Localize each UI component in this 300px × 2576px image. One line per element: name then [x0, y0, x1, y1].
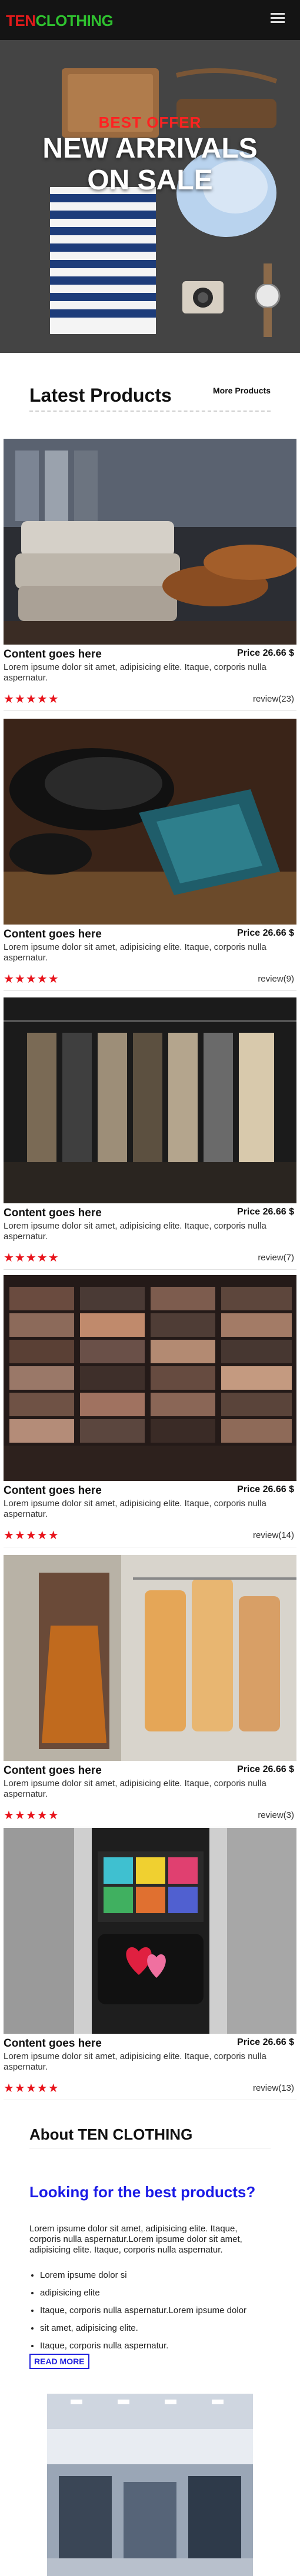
- latest-products-header: Latest Products More Products: [29, 381, 271, 412]
- hero-offer-label: BEST OFFER: [98, 114, 202, 131]
- hero-image: [0, 40, 300, 353]
- product-card[interactable]: Content goes here Price 26.66 $ Lorem ip…: [4, 1275, 296, 1551]
- product-image[interactable]: [4, 1275, 296, 1481]
- review-count[interactable]: review(9): [258, 974, 294, 984]
- latest-products-title: Latest Products: [29, 385, 172, 406]
- product-description: Lorem ipsume dolor sit amet, adipisicing…: [4, 662, 266, 683]
- product-description: Lorem ipsume dolor sit amet, adipisicing…: [4, 1221, 266, 1242]
- list-item: adipisicing elite: [40, 2284, 275, 2302]
- product-name[interactable]: Content goes here: [4, 1764, 102, 1777]
- product-card[interactable]: Content goes here Price 26.66 $ Lorem ip…: [4, 997, 296, 1274]
- product-name[interactable]: Content goes here: [4, 1484, 102, 1497]
- star-rating-icon: ★★★★★: [4, 1529, 59, 1542]
- list-item: Itaque, corporis nulla aspernatur.: [40, 2337, 275, 2355]
- about-feature-list: Lorem ipsume dolor si adipisicing elite …: [29, 2267, 275, 2355]
- review-count[interactable]: review(14): [253, 1530, 294, 1540]
- product-image[interactable]: [4, 997, 296, 1203]
- product-card[interactable]: Content goes here Price 26.66 $ Lorem ip…: [4, 439, 296, 715]
- top-navbar: TENCLOTHING: [0, 0, 300, 40]
- review-count[interactable]: review(7): [258, 1253, 294, 1263]
- list-item: Lorem ipsume dolor si: [40, 2267, 275, 2284]
- product-image[interactable]: [4, 1828, 296, 2034]
- product-price: Price 26.66 $: [237, 1207, 294, 1217]
- star-rating-icon: ★★★★★: [4, 1252, 59, 1264]
- product-name[interactable]: Content goes here: [4, 648, 102, 661]
- card-divider: [4, 1269, 296, 1270]
- product-card[interactable]: Content goes here Price 26.66 $ Lorem ip…: [4, 1555, 296, 1831]
- product-image[interactable]: [4, 719, 296, 925]
- review-count[interactable]: review(3): [258, 1810, 294, 1820]
- card-divider: [4, 710, 296, 711]
- about-paragraph: Lorem ipsume dolor sit amet, adipisicing…: [29, 2224, 242, 2255]
- product-price: Price 26.66 $: [237, 928, 294, 938]
- product-card[interactable]: Content goes here Price 26.66 $ Lorem ip…: [4, 1828, 296, 2104]
- product-name[interactable]: Content goes here: [4, 2037, 102, 2050]
- hamburger-menu-icon[interactable]: [271, 12, 285, 24]
- about-header: About TEN CLOTHING: [29, 2122, 271, 2148]
- review-count[interactable]: review(23): [253, 694, 294, 704]
- product-price: Price 26.66 $: [237, 2037, 294, 2047]
- hero-banner: BEST OFFER NEW ARRIVALS ON SALE: [0, 40, 300, 353]
- list-item: Itaque, corporis nulla aspernatur.Lorem …: [40, 2302, 275, 2320]
- brand-logo-clothing: CLOTHING: [35, 12, 114, 29]
- review-count[interactable]: review(13): [253, 2083, 294, 2093]
- product-name[interactable]: Content goes here: [4, 1207, 102, 1220]
- product-price: Price 26.66 $: [237, 648, 294, 658]
- star-rating-icon: ★★★★★: [4, 1809, 59, 1822]
- product-price: Price 26.66 $: [237, 1764, 294, 1774]
- hero-title: NEW ARRIVALS ON SALE: [42, 133, 258, 196]
- list-item: sit amet, adipisicing elite.: [40, 2320, 275, 2337]
- star-rating-icon: ★★★★★: [4, 693, 59, 706]
- product-description: Lorem ipsume dolor sit amet, adipisicing…: [4, 2051, 266, 2072]
- brand-logo-ten: TEN: [6, 12, 36, 29]
- product-name[interactable]: Content goes here: [4, 928, 102, 941]
- product-description: Lorem ipsume dolor sit amet, adipisicing…: [4, 942, 266, 963]
- card-divider: [4, 990, 296, 991]
- about-subtitle: Looking for the best products?: [29, 2183, 256, 2201]
- product-description: Lorem ipsume dolor sit amet, adipisicing…: [4, 1778, 266, 1799]
- product-price: Price 26.66 $: [237, 1484, 294, 1494]
- star-rating-icon: ★★★★★: [4, 973, 59, 986]
- star-rating-icon: ★★★★★: [4, 2082, 59, 2095]
- about-title: About TEN CLOTHING: [29, 2125, 193, 2143]
- product-image[interactable]: [4, 1555, 296, 1761]
- brand-logo[interactable]: TENCLOTHING: [6, 12, 114, 30]
- product-image[interactable]: [4, 439, 296, 645]
- product-card[interactable]: Content goes here Price 26.66 $ Lorem ip…: [4, 719, 296, 995]
- product-description: Lorem ipsume dolor sit amet, adipisicing…: [4, 1499, 266, 1519]
- more-products-link[interactable]: More Products: [213, 386, 271, 395]
- store-interior-image: [47, 2394, 253, 2576]
- read-more-button[interactable]: READ MORE: [29, 2354, 89, 2369]
